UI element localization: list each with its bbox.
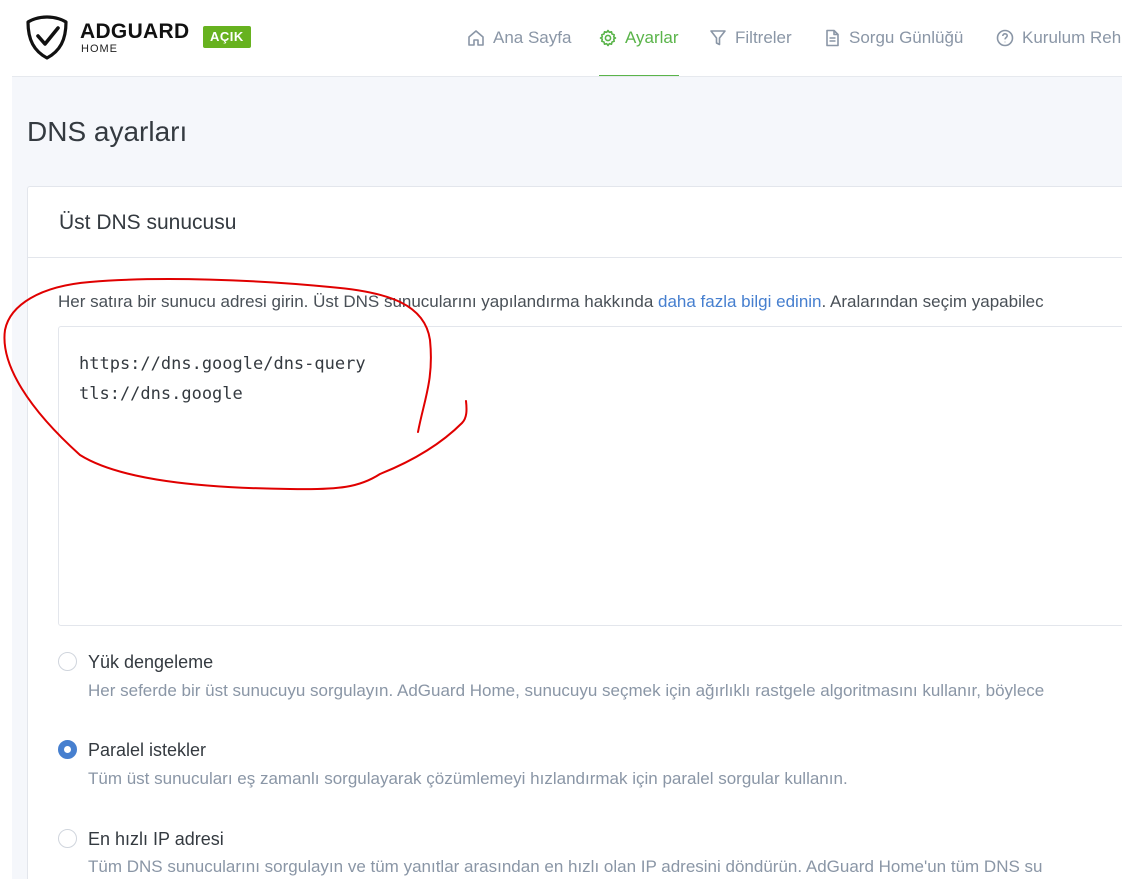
page-title: DNS ayarları xyxy=(27,116,188,147)
gear-icon xyxy=(599,29,617,47)
nav-home[interactable]: Ana Sayfa xyxy=(467,0,571,76)
adguard-shield-logo-icon[interactable] xyxy=(24,14,70,60)
upstream-servers-textarea[interactable]: https://dns.google/dns-query tls://dns.g… xyxy=(58,326,1122,626)
nav-home-label: Ana Sayfa xyxy=(493,28,572,47)
card-title: Üst DNS sunucusu xyxy=(59,211,237,234)
help-text-before: Her satıra bir sunucu adresi girin. Üst … xyxy=(58,292,658,311)
nav-query-log[interactable]: Sorgu Günlüğü xyxy=(823,0,963,76)
option-load-balancing-description: Her seferde bir üst sunucuyu sorgulayın.… xyxy=(88,681,1045,700)
card-header: Üst DNS sunucusu xyxy=(28,187,1122,258)
help-circle-icon xyxy=(996,29,1014,47)
option-fastest-ip-label[interactable]: En hızlı IP adresi xyxy=(88,829,224,850)
top-header: ADGUARD HOME AÇIK Ana Sayfa Ayarlar Filt… xyxy=(0,0,1122,77)
nav-settings[interactable]: Ayarlar xyxy=(599,0,679,76)
radio-fastest-ip[interactable] xyxy=(58,829,77,848)
nav-filters-label: Filtreler xyxy=(735,28,792,47)
brand-subtitle: HOME xyxy=(81,43,118,55)
option-load-balancing-label[interactable]: Yük dengeleme xyxy=(88,652,213,673)
option-parallel-requests-label[interactable]: Paralel istekler xyxy=(88,740,206,761)
nav-filters[interactable]: Filtreler xyxy=(709,0,792,76)
upstream-help-text: Her satıra bir sunucu adresi girin. Üst … xyxy=(58,292,1044,312)
nav-query-log-label: Sorgu Günlüğü xyxy=(849,28,964,47)
document-icon xyxy=(826,29,839,47)
brand-name: ADGUARD xyxy=(80,20,190,43)
option-parallel-requests-description: Tüm üst sunucuları eş zamanlı sorgulayar… xyxy=(88,769,848,788)
option-fastest-ip-description: Tüm DNS sunucularını sorgulayın ve tüm y… xyxy=(88,857,1043,876)
protection-status-badge: AÇIK xyxy=(203,26,251,48)
filter-icon xyxy=(710,30,726,46)
radio-load-balancing[interactable] xyxy=(58,652,77,671)
help-text-after: . Aralarından seçim yapabilec xyxy=(821,292,1044,311)
radio-parallel-requests[interactable] xyxy=(58,740,77,759)
nav-setup-guide-label: Kurulum Reh xyxy=(1022,28,1122,47)
nav-settings-label: Ayarlar xyxy=(625,28,679,47)
learn-more-link[interactable]: daha fazla bilgi edinin xyxy=(658,292,822,311)
nav-setup-guide[interactable]: Kurulum Reh xyxy=(996,0,1121,76)
home-icon xyxy=(468,30,484,46)
